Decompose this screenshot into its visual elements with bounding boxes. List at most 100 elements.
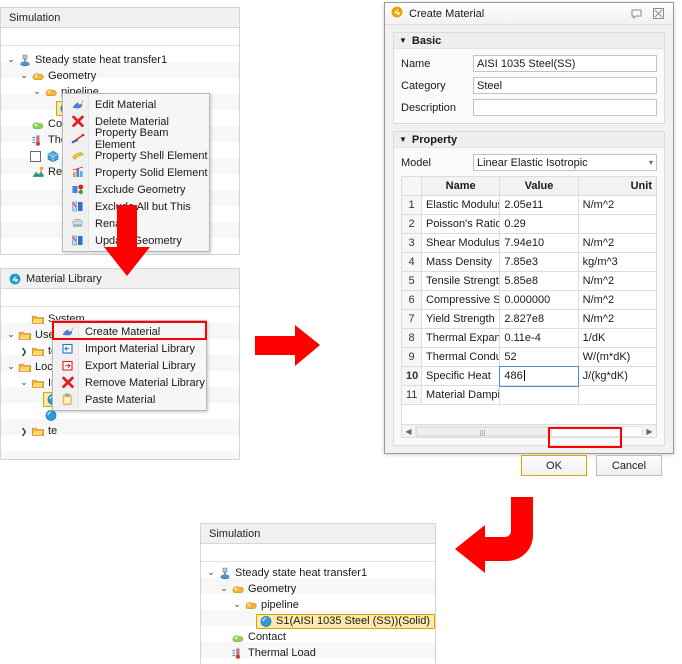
menu-item[interactable]: Exclude Geometry <box>63 181 209 198</box>
property-group-header[interactable]: ▼ Property <box>394 132 664 148</box>
table-row[interactable]: 2 Poisson's Ratio 0.29 <box>401 214 658 234</box>
table-row[interactable]: 9Thermal Conductivity52 W/(m*dK) <box>401 347 658 367</box>
thermal-load-icon <box>230 646 245 660</box>
table-row[interactable]: 10 Specific Heat 486 J/(kg*dK) <box>401 365 658 387</box>
dialog-title-bar[interactable]: Create Material <box>385 3 673 25</box>
exclude-all-but-this-icon <box>67 200 88 213</box>
scroll-left-arrow-icon[interactable]: ◀ <box>402 427 415 436</box>
menu-item[interactable]: Create Material <box>53 323 206 340</box>
tree-twisty-icon[interactable]: ⌄ <box>218 584 230 594</box>
scroll-thumb[interactable] <box>416 426 552 436</box>
simulation-tree-bottom[interactable]: ⌄ Steady state heat transfer1 ⌄ Geometry ⌄ pi… <box>201 562 435 663</box>
geometry-icon <box>230 582 245 596</box>
property-unit-cell: W/(m*dK) <box>577 347 658 367</box>
tree-twisty-icon[interactable]: ❯ <box>18 347 30 356</box>
menu-item[interactable]: Remove Material Library <box>53 374 206 391</box>
material-library-context-menu[interactable]: Create Material Import Material Library Ex… <box>52 320 207 411</box>
menu-item-label: Paste Material <box>85 393 156 406</box>
create-material-dialog: Create Material ▼ Basic Name AISI 1035 S… <box>384 2 674 476</box>
field-row-category: Category Steel <box>401 77 657 94</box>
property-value-cell[interactable]: 52 <box>499 347 579 367</box>
table-row[interactable]: 6Compressive Strength0.000000 N/m^2 <box>401 290 658 310</box>
menu-item[interactable]: Export Material Library <box>53 357 206 374</box>
tree-row[interactable]: ❯ te <box>1 423 239 439</box>
tree-row[interactable]: S1(AISI 1035 Steel (SS))(Solid) <box>201 613 435 629</box>
tree-twisty-icon[interactable]: ⌄ <box>5 330 17 340</box>
tree-twisty-icon[interactable]: ⌄ <box>231 600 243 610</box>
model-select[interactable]: Linear Elastic Isotropic ▾ <box>473 154 657 171</box>
simulation-toolbar-bottom[interactable] <box>201 544 435 562</box>
tree-row[interactable]: ⌄ Steady state heat transfer1 <box>1 52 239 68</box>
tree-row[interactable]: Mesh <box>201 661 435 663</box>
property-value-cell[interactable]: 2.827e8 <box>499 309 579 329</box>
cancel-button[interactable]: Cancel <box>596 455 662 476</box>
solid-element-icon <box>67 166 88 179</box>
tree-twisty-icon[interactable]: ⌄ <box>18 71 30 81</box>
scroll-track[interactable] <box>415 425 643 437</box>
simulation-toolbar-top[interactable] <box>1 28 239 46</box>
help-icon[interactable] <box>625 5 647 23</box>
table-row[interactable]: 8Thermal Expansion Coefficient0.11e-4 1/d… <box>401 328 658 348</box>
table-row[interactable]: 11Material Damping Ratio <box>401 385 658 405</box>
property-value-text: 7.85e3 <box>504 256 538 268</box>
basic-group-header[interactable]: ▼ Basic <box>394 33 664 49</box>
property-table[interactable]: Name Value Unit 1 Elastic Modulus 2.05e11 N… <box>401 176 658 405</box>
menu-item[interactable]: Edit Material <box>63 96 209 113</box>
menu-item[interactable]: Property Shell Element <box>63 147 209 164</box>
material-library-toolbar[interactable] <box>1 289 239 307</box>
description-input[interactable] <box>473 99 657 116</box>
tree-row[interactable]: ⌄ Steady state heat transfer1 <box>201 565 435 581</box>
menu-item-label: Import Material Library <box>85 342 196 355</box>
category-input[interactable]: Steel <box>473 77 657 94</box>
tree-twisty-icon[interactable]: ❯ <box>18 427 30 436</box>
beam-element-icon <box>67 132 88 145</box>
tree-twisty-icon[interactable]: ⌄ <box>5 55 17 65</box>
tree-checkbox[interactable] <box>30 150 41 162</box>
property-value-cell[interactable]: 0.000000 <box>499 290 579 310</box>
edit-material-icon <box>67 98 88 111</box>
property-value-cell[interactable]: 486 <box>498 365 580 387</box>
folder-icon <box>30 424 45 438</box>
menu-item[interactable]: Paste Material <box>53 391 206 408</box>
property-group: ▼ Property Model Linear Elastic Isotropi… <box>393 131 665 446</box>
tree-twisty-icon[interactable]: ⌄ <box>205 568 217 578</box>
table-row[interactable]: 4 Mass Density 7.85e3 kg/m^3 <box>401 252 658 272</box>
tree-row[interactable]: Thermal Load <box>201 645 435 661</box>
property-value-cell[interactable]: 0.29 <box>499 214 579 234</box>
property-table-hscrollbar[interactable]: ◀ ▶ <box>401 425 657 438</box>
table-row[interactable]: 1 Elastic Modulus 2.05e11 N/m^2 <box>401 195 658 215</box>
property-value-cell[interactable]: 0.11e-4 <box>499 328 579 348</box>
menu-item[interactable]: Property Beam Element <box>63 127 209 151</box>
tree-twisty-icon[interactable]: ⌄ <box>5 362 17 372</box>
menu-item[interactable]: Import Material Library <box>53 340 206 357</box>
property-name-cell: Poisson's Ratio <box>420 214 501 234</box>
tree-item-selected[interactable]: S1(AISI 1035 Steel (SS))(Solid) <box>256 613 435 629</box>
table-row[interactable]: 5 Tensile Strength 5.85e8 N/m^2 <box>401 271 658 291</box>
solid-icon <box>258 614 273 628</box>
tree-row[interactable]: ⌄ Geometry <box>1 68 239 84</box>
property-value-cell[interactable]: 7.85e3 <box>499 252 579 272</box>
dialog-footer: OK Cancel <box>385 446 673 486</box>
ok-button[interactable]: OK <box>521 455 587 476</box>
name-input[interactable]: AISI 1035 Steel(SS) <box>473 55 657 72</box>
property-value-cell[interactable]: 2.05e11 <box>499 195 579 215</box>
property-value-cell[interactable] <box>499 385 579 405</box>
menu-item-label: Edit Material <box>95 98 157 111</box>
close-icon[interactable] <box>647 5 669 23</box>
tree-row[interactable]: Contact <box>201 629 435 645</box>
tree-twisty-icon[interactable]: ⌄ <box>31 87 43 97</box>
property-value-cell[interactable]: 7.94e10 <box>499 233 579 253</box>
scroll-right-arrow-icon[interactable]: ▶ <box>643 427 656 436</box>
tree-twisty-icon[interactable]: ⌄ <box>18 378 30 388</box>
table-row[interactable]: 3 Shear Modulus 7.94e10 N/m^2 <box>401 233 658 253</box>
property-unit-cell <box>577 214 658 234</box>
tree-row[interactable]: ⌄ pipeline <box>201 597 435 613</box>
table-row[interactable]: 7 Yield Strength 2.827e8 N/m^2 <box>401 309 658 329</box>
table-empty-row <box>401 405 657 425</box>
import-library-icon <box>57 342 78 355</box>
menu-item[interactable]: Property Solid Element <box>63 164 209 181</box>
property-value-cell[interactable]: 5.85e8 <box>499 271 579 291</box>
menu-item-label: Create Material <box>85 325 161 338</box>
tree-row[interactable]: ⌄ Geometry <box>201 581 435 597</box>
tree-item-label: Geometry <box>248 583 297 595</box>
